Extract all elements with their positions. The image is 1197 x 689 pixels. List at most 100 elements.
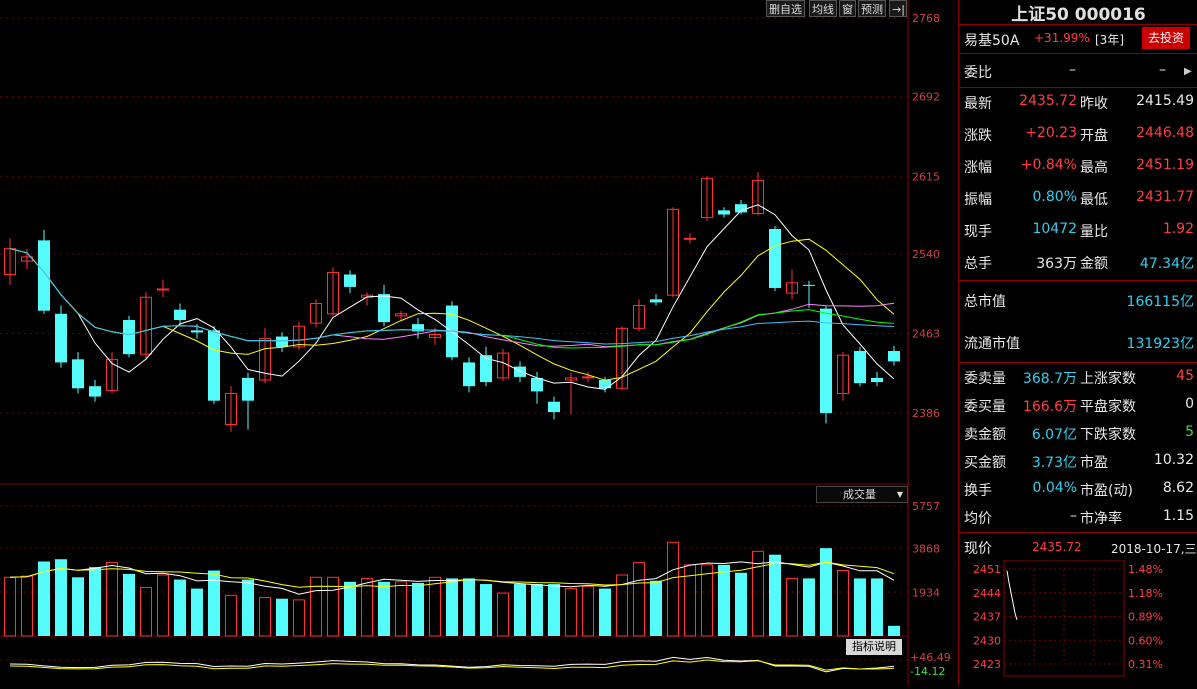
intraday-label: 现价	[964, 541, 992, 557]
quote-value: 0.80%	[1032, 189, 1077, 205]
intraday-date: 2018-10-17,三	[1111, 542, 1197, 556]
remove-favorite-button[interactable]: 删自选	[766, 0, 805, 17]
volume-bar	[718, 564, 730, 636]
float-cap-label: 流通市值	[964, 336, 1020, 352]
chevron-right-icon[interactable]: ▶	[1184, 66, 1192, 77]
mini-left-tick: 2430	[973, 634, 1001, 647]
exit-right-icon[interactable]: →|	[889, 0, 907, 17]
quote-label: 开盘	[1080, 128, 1108, 144]
quote-value: +20.23	[1025, 125, 1077, 141]
volume-bar	[89, 567, 101, 636]
candle-down	[72, 359, 84, 389]
volume-bar	[123, 573, 135, 636]
volume-indicator-label: 成交量	[843, 488, 876, 501]
moving-average-button[interactable]: 均线	[809, 0, 837, 17]
indicator-top-value: +46.49	[910, 651, 951, 664]
stat-label: 上涨家数	[1080, 371, 1136, 387]
volume-bar	[548, 584, 560, 636]
weibi-value: –	[1069, 62, 1076, 78]
stat-label: 下跌家数	[1080, 427, 1136, 443]
volume-bar	[191, 588, 203, 636]
stat-row: 买金额 3.73亿 市盈 10.32	[959, 448, 1197, 474]
volume-bar	[242, 579, 254, 636]
quote-value: 2431.77	[1136, 189, 1194, 205]
volume-bar	[276, 598, 288, 636]
volume-indicator-select[interactable]: 成交量 ▼	[816, 486, 908, 503]
index-title: 上证50 000016	[1011, 5, 1146, 25]
quote-value: +0.84%	[1020, 157, 1077, 173]
divider	[959, 362, 1197, 363]
candle-down	[514, 366, 526, 377]
volume-bar	[157, 574, 169, 637]
window-button[interactable]: 窗	[839, 0, 856, 17]
volume-bar	[72, 577, 84, 636]
volume-bar	[497, 592, 509, 637]
volume-bar	[888, 625, 900, 636]
weibi-label: 委比	[964, 65, 992, 81]
quote-label: 最高	[1080, 160, 1108, 176]
candle-down	[803, 284, 815, 286]
volume-bar	[701, 564, 713, 637]
volume-bar	[650, 580, 662, 636]
volume-bar	[344, 581, 356, 636]
stat-label: 市盈	[1080, 455, 1108, 471]
market-cap-label: 总市值	[964, 294, 1006, 310]
candle-down	[888, 351, 900, 362]
stat-value: 10.32	[1153, 452, 1194, 468]
mini-right-tick: 0.89%	[1128, 611, 1163, 624]
stat-value: 166.6万	[1022, 399, 1077, 415]
kline-chart[interactable]: 2768 2692 2615 2540 2463 2386 5757 3868 1934 +46.…	[0, 0, 958, 685]
forecast-button[interactable]: 预测	[858, 0, 886, 17]
candle-down	[208, 330, 220, 401]
intraday-mini-chart[interactable]: 2451 1.48% 2444 1.18% 2437 0.89% 2430 0.60% 2423…	[959, 560, 1197, 685]
volume-bar	[429, 576, 441, 637]
chevron-down-icon: ▼	[896, 490, 903, 499]
candle-down	[871, 377, 883, 383]
stat-value: 6.07亿	[1031, 427, 1077, 443]
volume-tick-label: 3868	[912, 543, 940, 556]
price-tick-label: 2768	[912, 12, 940, 25]
stat-value: 1.15	[1162, 508, 1194, 524]
quote-value: 2435.72	[1019, 93, 1077, 109]
fund-name[interactable]: 易基50A	[964, 30, 1019, 50]
candle-down	[531, 377, 543, 392]
price-tick-label: 2463	[912, 327, 940, 340]
mini-right-tick: 0.31%	[1128, 658, 1163, 671]
intraday-header: 现价 2435.72 2018-10-17,三	[959, 536, 1197, 558]
candle-down	[55, 313, 67, 363]
volume-bar	[582, 585, 594, 637]
volume-bar	[293, 599, 305, 637]
stat-label: 委买量	[964, 399, 1006, 415]
quote-value: 2451.19	[1136, 157, 1194, 173]
quote-row: 最新 2435.72 昨收 2415.49	[959, 89, 1197, 115]
stat-row: 委卖量 368.7万 上涨家数 45	[959, 364, 1197, 390]
candle-down	[463, 362, 475, 387]
mini-left-tick: 2444	[973, 587, 1001, 600]
quote-label: 金额	[1080, 256, 1108, 272]
volume-bar	[633, 562, 645, 637]
candle-down	[38, 240, 50, 311]
invest-button[interactable]: 去投资	[1142, 27, 1190, 49]
fund-return: +31.99%	[1034, 31, 1090, 45]
stat-value: 8.62	[1162, 480, 1194, 496]
stat-value: 0	[1185, 396, 1194, 412]
stat-value: 368.7万	[1022, 371, 1077, 387]
candle-down	[718, 210, 730, 215]
candle-down	[650, 299, 662, 303]
candle-down	[89, 386, 101, 397]
candle-down	[820, 308, 832, 414]
candle-down	[769, 229, 781, 288]
mini-right-tick: 1.18%	[1128, 587, 1163, 600]
quote-row: 现手 10472 量比 1.92	[959, 217, 1197, 243]
stat-value: 0.04%	[1032, 480, 1077, 496]
candle-down	[548, 401, 560, 413]
candle-up	[582, 376, 594, 379]
volume-tick-label: 1934	[912, 586, 940, 599]
candle-down	[378, 294, 390, 323]
quote-row: 总手 363万 金额 47.34亿	[959, 249, 1197, 275]
volume-bar	[140, 586, 152, 637]
stat-value: 45	[1176, 368, 1194, 384]
stat-value: 3.73亿	[1031, 455, 1077, 471]
kline-chart-area[interactable]: 2768 2692 2615 2540 2463 2386 5757 3868 1934 +46.…	[0, 0, 958, 685]
indicator-help-button[interactable]: 指标说明	[846, 639, 902, 655]
